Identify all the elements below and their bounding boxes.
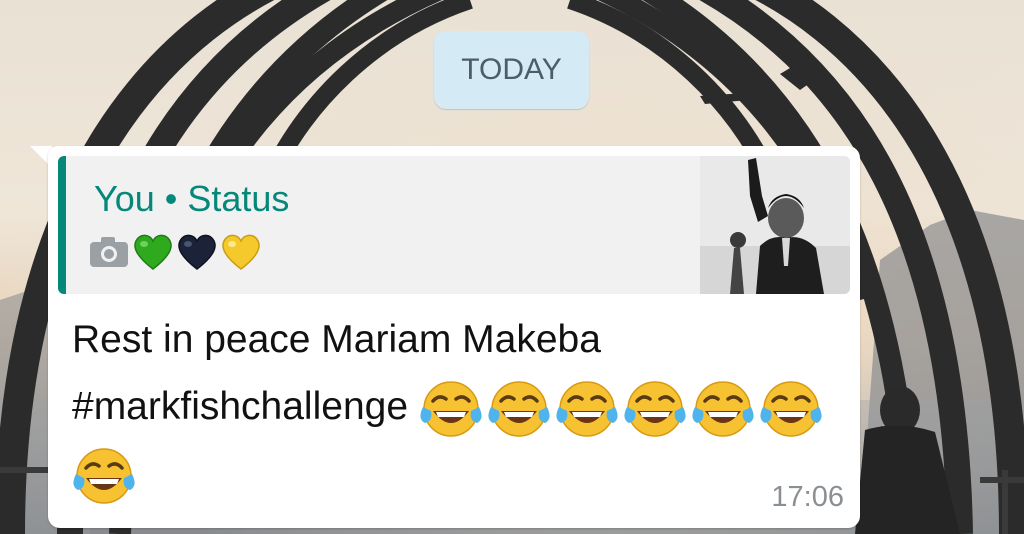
quote-title: You • Status [94,178,290,219]
status-reply-quote[interactable]: You • Status [58,156,850,294]
tears-of-joy-emoji [419,377,483,441]
green-heart-icon [132,232,174,276]
date-divider: TODAY [434,31,589,109]
message-line-1: Rest in peace Mariam Makeba [72,318,601,361]
message-hashtag[interactable]: #markfishchallenge [72,385,408,428]
tears-of-joy-emoji [72,444,136,508]
quote-preview-icons [88,232,262,276]
tears-of-joy-emoji [759,377,823,441]
camera-icon [88,235,130,273]
yellow-heart-icon [220,232,262,276]
outgoing-message-bubble[interactable]: You • Status Rest in peace Mariam Makeba… [48,146,860,528]
tears-of-joy-emoji [691,377,755,441]
date-label: TODAY [461,53,562,86]
message-text: Rest in peace Mariam Makeba #markfishcha… [72,306,852,508]
tears-of-joy-emoji [555,377,619,441]
quote-accent-bar [58,156,66,294]
status-photo-thumbnail[interactable] [700,156,850,294]
tears-of-joy-emoji [623,377,687,441]
message-timestamp: 17:06 [771,481,844,513]
black-heart-icon [176,232,218,276]
tears-of-joy-emoji [487,377,551,441]
